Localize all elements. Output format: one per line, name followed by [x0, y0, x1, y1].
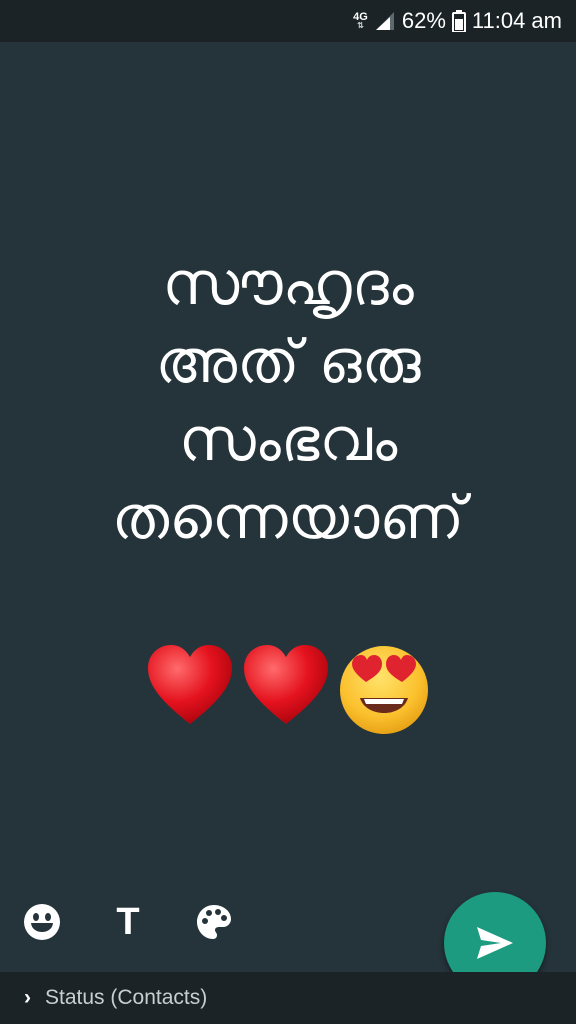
smiley-icon: [24, 904, 60, 940]
palette-icon: [197, 905, 231, 939]
status-text-area[interactable]: സൗഹൃദം അത് ഒരു സംഭവം തന്നെയാണ്: [0, 245, 576, 557]
data-arrows-icon: ⇅: [357, 21, 364, 30]
signal-icon: [374, 11, 396, 31]
status-text-line: സംഭവം: [178, 405, 398, 475]
emoji-row: [0, 640, 576, 736]
status-text-line: അത് ഒരു: [155, 327, 421, 397]
system-status-bar: 4G ⇅ 62% 11:04 am: [0, 0, 576, 42]
emoji-button[interactable]: [20, 900, 64, 944]
chevron-right-icon: ›: [24, 986, 31, 1009]
background-color-button[interactable]: [192, 900, 236, 944]
battery-percent: 62%: [401, 8, 446, 33]
clock: 11:04 am: [471, 8, 562, 33]
battery-icon: [451, 10, 466, 32]
text-style-button[interactable]: T: [106, 900, 150, 944]
recipient-label: Status (Contacts): [45, 986, 208, 1009]
status-bar-indicators: 4G ⇅ 62% 11:04 am: [353, 6, 562, 36]
send-icon: [477, 927, 513, 959]
status-composer-screen: 4G ⇅ 62% 11:04 am സൗഹൃദം അത് ഒരു സംഭവം ത…: [0, 0, 576, 1024]
text-style-label: T: [116, 900, 140, 943]
network-indicator: 4G ⇅: [353, 12, 368, 30]
status-text-line: തന്നെയാണ്: [111, 483, 465, 553]
status-text-line: സൗഹൃദം: [162, 249, 414, 319]
status-recipient-bar[interactable]: › Status (Contacts): [0, 972, 576, 1024]
red-heart-icon: [240, 640, 332, 736]
heart-eyes-face-icon: [336, 640, 432, 736]
red-heart-icon: [144, 640, 236, 736]
